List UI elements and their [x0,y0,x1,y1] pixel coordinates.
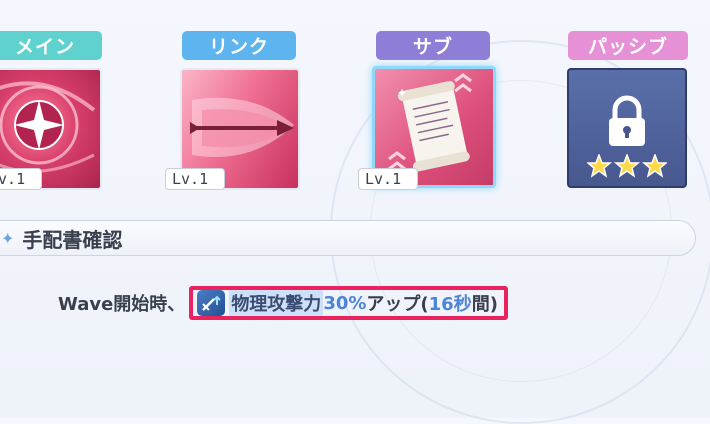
section-header: ✦ 手配書確認 [0,220,696,256]
skill-description: Wave開始時、 物理攻撃力 30% アップ( 16秒 間) [58,286,508,320]
star-icon [641,154,667,178]
tab-main[interactable]: メイン [0,31,102,60]
stat-value: 30% [323,292,367,314]
link-skill-level: Lv.1 [165,168,225,190]
tab-sub[interactable]: サブ [376,31,490,60]
star-rating [587,154,667,178]
star-icon [613,154,641,178]
tab-link[interactable]: リンク [182,31,296,60]
buff-highlight: 物理攻撃力 30% アップ( 16秒 間) [189,286,508,320]
tab-passive[interactable]: パッシブ [568,31,688,60]
passive-skill-card[interactable] [567,68,687,188]
star-icon [587,154,613,178]
duration-suffix: 間) [471,294,498,315]
svg-text:✦: ✦ [397,86,407,100]
description-prefix: Wave開始時、 [58,294,186,315]
main-skill-level: Lv.1 [0,168,42,190]
stat-name: 物理攻撃力 [229,290,324,316]
effect-text: アップ( [366,294,429,315]
sparkle-icon: ✦ [1,228,15,248]
sub-skill-level: Lv.1 [358,168,418,190]
section-title: 手配書確認 [22,227,123,252]
sword-up-icon [197,290,226,316]
duration-value: 16秒 [428,294,472,315]
